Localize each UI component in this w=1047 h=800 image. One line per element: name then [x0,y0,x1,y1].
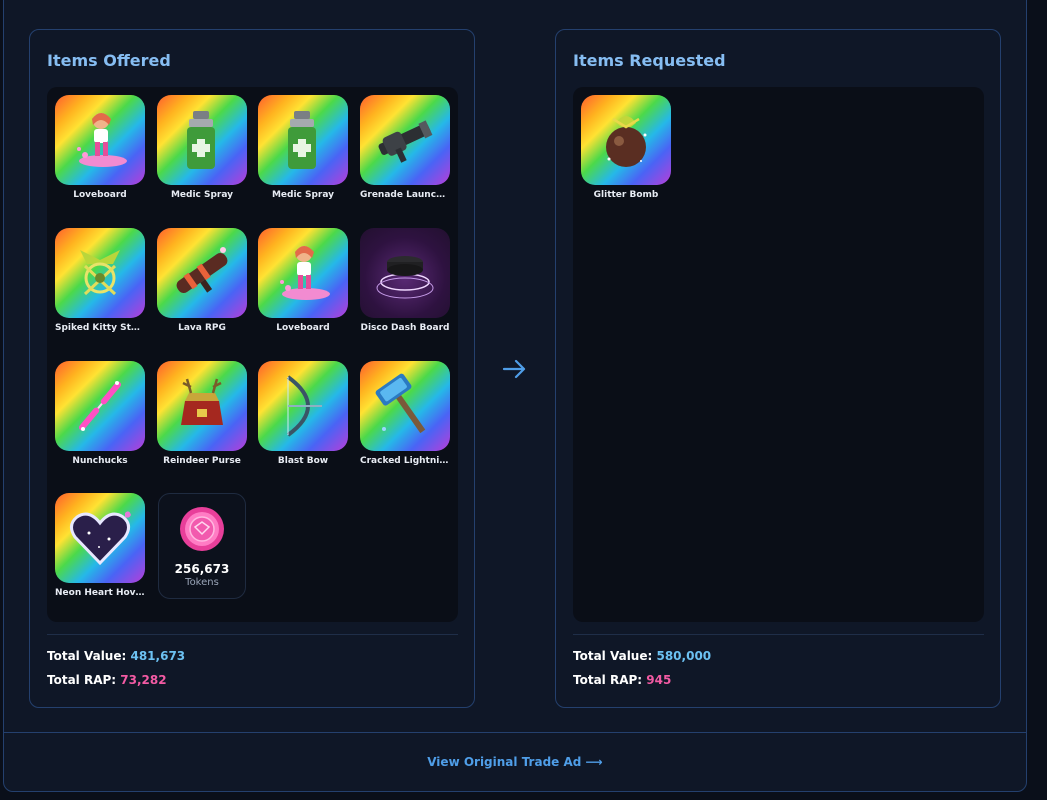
view-original-trade-ad-link[interactable]: View Original Trade Ad ⟶ [427,755,603,769]
items-requested-panel: Items Requested Glitter Bomb Total Value… [555,29,1001,708]
total-value: Total Value: 580,000 [573,649,712,663]
blast-bow-icon [258,361,348,451]
loveboard-icon [258,228,348,318]
token-coin-icon [180,507,224,551]
item-card-neon-heart[interactable]: Neon Heart Hover... [55,493,145,598]
neon-heart-icon [55,493,145,583]
item-name: Disco Dash Board [360,323,450,333]
item-name: Grenade Launcher [360,190,450,200]
footer: View Original Trade Ad ⟶ [4,733,1026,791]
divider [573,634,984,635]
reindeer-purse-icon [157,361,247,451]
item-name: Glitter Bomb [593,190,659,200]
spiked-kitty-icon [55,228,145,318]
item-name: Lava RPG [178,323,226,333]
item-card-grenade-launcher[interactable]: Grenade Launcher [360,95,450,200]
nunchucks-icon [55,361,145,451]
loveboard-icon [55,95,145,185]
tokens-card[interactable]: 256,673 Tokens [158,493,248,599]
item-card-reindeer-purse[interactable]: Reindeer Purse [157,361,247,466]
item-name: Reindeer Purse [163,456,241,466]
item-card-loveboard[interactable]: Loveboard [258,228,348,333]
disco-dash-board-icon [360,228,450,318]
item-card-disco-dash-board[interactable]: Disco Dash Board [360,228,450,333]
item-name: Nunchucks [72,456,128,466]
item-card-blast-bow[interactable]: Blast Bow [258,361,348,466]
total-value-amount: 580,000 [656,649,712,663]
divider [47,634,458,635]
total-rap: Total RAP: 945 [573,673,672,687]
medic-spray-icon [157,95,247,185]
tokens-amount: 256,673 [174,562,230,576]
total-value: Total Value: 481,673 [47,649,186,663]
lava-rpg-icon [157,228,247,318]
item-name: Loveboard [276,323,330,333]
arrow-right-icon [502,359,526,379]
total-rap: Total RAP: 73,282 [47,673,167,687]
cracked-lightning-icon [360,361,450,451]
item-name: Loveboard [73,190,127,200]
item-name: Spiked Kitty Stanli [55,323,145,333]
item-card-nunchucks[interactable]: Nunchucks [55,361,145,466]
item-name: Medic Spray [271,190,335,200]
grenade-launcher-icon [360,95,450,185]
item-name: Cracked Lightning ... [360,456,450,466]
total-rap-amount: 73,282 [120,673,167,687]
item-card-medic-spray[interactable]: Medic Spray [258,95,348,200]
items-requested-title: Items Requested [573,51,726,70]
total-rap-amount: 945 [646,673,672,687]
item-name: Neon Heart Hover... [55,588,145,598]
tokens-box: 256,673 Tokens [158,493,246,599]
item-card-cracked-lightning[interactable]: Cracked Lightning ... [360,361,450,466]
item-card-loveboard[interactable]: Loveboard [55,95,145,200]
item-name: Blast Bow [277,456,329,466]
glitter-bomb-icon [581,95,671,185]
items-offered-title: Items Offered [47,51,171,70]
items-requested-grid: Glitter Bomb [573,87,984,622]
items-offered-grid: Loveboard Medic Spray Medic Spray Grenad… [47,87,458,622]
item-card-glitter-bomb[interactable]: Glitter Bomb [581,95,671,200]
item-card-medic-spray[interactable]: Medic Spray [157,95,247,200]
item-card-spiked-kitty[interactable]: Spiked Kitty Stanli [55,228,145,333]
item-name: Medic Spray [170,190,234,200]
items-offered-panel: Items Offered Loveboard Medic Spray Medi… [29,29,475,708]
total-value-amount: 481,673 [130,649,186,663]
tokens-label: Tokens [185,577,219,588]
medic-spray-icon [258,95,348,185]
item-card-lava-rpg[interactable]: Lava RPG [157,228,247,333]
